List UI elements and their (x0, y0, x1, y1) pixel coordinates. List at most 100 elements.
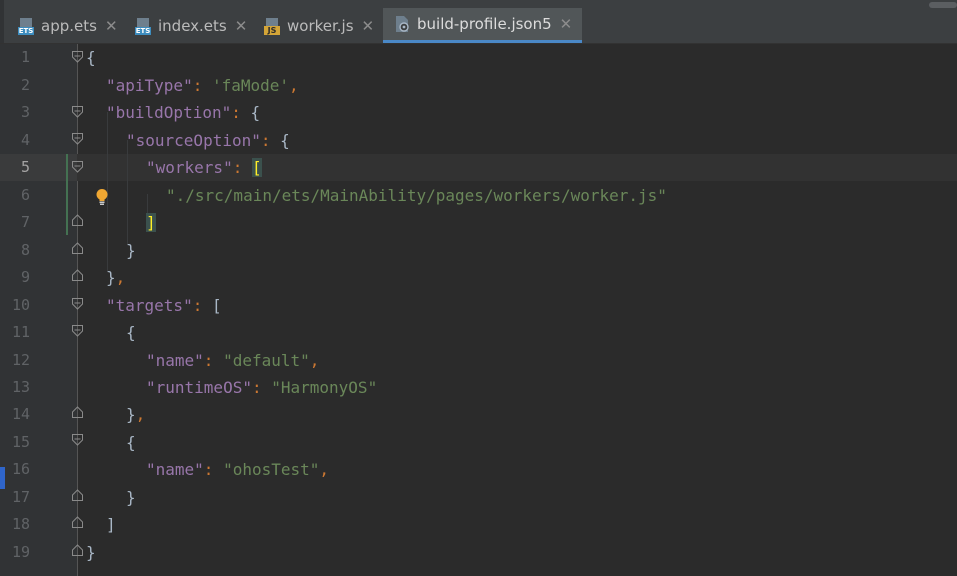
bracket: ] (106, 515, 116, 534)
colon: : (203, 460, 224, 479)
code-line[interactable]: 15 { (0, 429, 957, 456)
code-line[interactable]: 10 "targets": [ (0, 292, 957, 319)
code-line[interactable]: 12 "name": "default", (0, 347, 957, 374)
json-string: "ohosTest" (223, 460, 320, 479)
code-line[interactable]: 19 } (0, 539, 957, 566)
code-line[interactable]: 6 "./src/main/ets/MainAbility/pages/work… (0, 182, 957, 209)
editor-tab-bar: ETS app.ets ✕ ETS index.ets ✕ JS worker.… (0, 0, 957, 44)
line-number: 13 (11, 378, 30, 396)
json-string: "default" (223, 351, 310, 370)
line-code: "apiType": 'faMode', (106, 72, 299, 99)
line-code: "name": "ohosTest", (146, 456, 329, 483)
line-code: "runtimeOS": "HarmonyOS" (146, 374, 377, 401)
line-code: ] (106, 511, 116, 538)
js-file-icon: JS (263, 17, 281, 35)
code-line[interactable]: 18 ] (0, 511, 957, 538)
tab-label: app.ets (41, 16, 97, 35)
code-line[interactable]: 8 } (0, 237, 957, 264)
close-icon[interactable]: ✕ (105, 17, 118, 35)
line-number: 16 (11, 460, 30, 478)
code-line[interactable]: 3 "buildOption": { (0, 99, 957, 126)
line-code: }, (126, 401, 145, 428)
code-line[interactable]: 1 { (0, 44, 957, 71)
code-line[interactable]: 13 "runtimeOS": "HarmonyOS" (0, 374, 957, 401)
brace: { (126, 323, 136, 342)
json-key: "runtimeOS" (146, 378, 252, 397)
brace: } (106, 268, 116, 287)
brace: { (86, 48, 96, 67)
json-key: "buildOption" (106, 103, 232, 122)
line-code: { (126, 429, 136, 456)
line-number: 19 (11, 543, 30, 561)
code-line[interactable]: 4 "sourceOption": { (0, 127, 957, 154)
ets-file-icon: ETS (134, 17, 152, 35)
tab-build-profile-json5[interactable]: build-profile.json5 ✕ (383, 8, 583, 43)
code-line[interactable]: 14 }, (0, 401, 957, 428)
tab-scroll-indicator[interactable] (929, 2, 957, 8)
close-icon[interactable]: ✕ (362, 17, 375, 35)
line-number: 2 (20, 76, 30, 94)
line-code: } (126, 484, 136, 511)
ets-file-icon: ETS (17, 17, 35, 35)
line-number: 12 (11, 351, 30, 369)
line-number: 5 (20, 158, 30, 176)
json-string: 'faMode' (211, 76, 290, 95)
brace: } (126, 405, 136, 424)
line-code: "name": "default", (146, 347, 319, 374)
tab-bar-left-edge (0, 0, 4, 43)
code-line[interactable]: 9 }, (0, 264, 957, 291)
tab-worker-js[interactable]: JS worker.js ✕ (263, 8, 374, 43)
brace: } (126, 488, 136, 507)
code-line[interactable]: 7 ] (0, 209, 957, 236)
line-code: "buildOption": { (106, 99, 260, 126)
matched-bracket: ] (146, 213, 156, 232)
json-key: "name" (146, 351, 204, 370)
comma: , (289, 76, 299, 95)
json-key: "name" (146, 460, 204, 479)
comma: , (319, 460, 330, 479)
close-icon[interactable]: ✕ (235, 17, 248, 35)
brace: { (126, 433, 136, 452)
line-number: 11 (11, 323, 30, 341)
code-line-current[interactable]: 5 "workers": [ (0, 154, 957, 181)
brace: } (86, 543, 96, 562)
line-number: 1 (20, 48, 30, 66)
line-code: }, (106, 264, 125, 291)
code-editor[interactable]: 1 { 2 "apiType": 'faMode', 3 "buildOptio… (0, 44, 957, 576)
matched-bracket: [ (251, 158, 262, 177)
line-number: 7 (20, 213, 30, 231)
json-key: "sourceOption" (126, 131, 261, 150)
line-number: 9 (20, 268, 30, 286)
bracket: [ (211, 296, 222, 315)
colon: : (232, 158, 252, 177)
json-string: "./src/main/ets/MainAbility/pages/worker… (166, 186, 667, 205)
line-number: 10 (11, 296, 30, 314)
line-number: 8 (20, 241, 30, 259)
line-number: 14 (11, 405, 30, 423)
code-line[interactable]: 16 "name": "ohosTest", (0, 456, 957, 483)
colon: : (192, 76, 212, 95)
tab-label: worker.js (287, 16, 354, 35)
line-number: 4 (20, 131, 30, 149)
tab-index-ets[interactable]: ETS index.ets ✕ (134, 8, 247, 43)
code-line[interactable]: 11 { (0, 319, 957, 346)
code-line[interactable]: 2 "apiType": 'faMode', (0, 72, 957, 99)
line-code: ] (146, 209, 156, 236)
tab-label: build-profile.json5 (417, 15, 552, 33)
line-number: 15 (11, 433, 30, 451)
line-code: "./src/main/ets/MainAbility/pages/worker… (166, 182, 667, 209)
brace: } (126, 241, 136, 260)
line-number: 6 (20, 186, 30, 204)
colon: : (251, 378, 272, 397)
tab-app-ets[interactable]: ETS app.ets ✕ (17, 8, 118, 43)
line-code: "targets": [ (106, 292, 222, 319)
line-code: { (126, 319, 136, 346)
json-key: "targets" (106, 296, 193, 315)
colon: : (231, 103, 251, 122)
code-line[interactable]: 17 } (0, 484, 957, 511)
close-icon[interactable]: ✕ (560, 15, 573, 33)
json-string: "HarmonyOS" (271, 378, 378, 397)
line-code: "workers": [ (146, 154, 262, 181)
line-number: 18 (11, 515, 30, 533)
line-code: } (86, 539, 96, 566)
